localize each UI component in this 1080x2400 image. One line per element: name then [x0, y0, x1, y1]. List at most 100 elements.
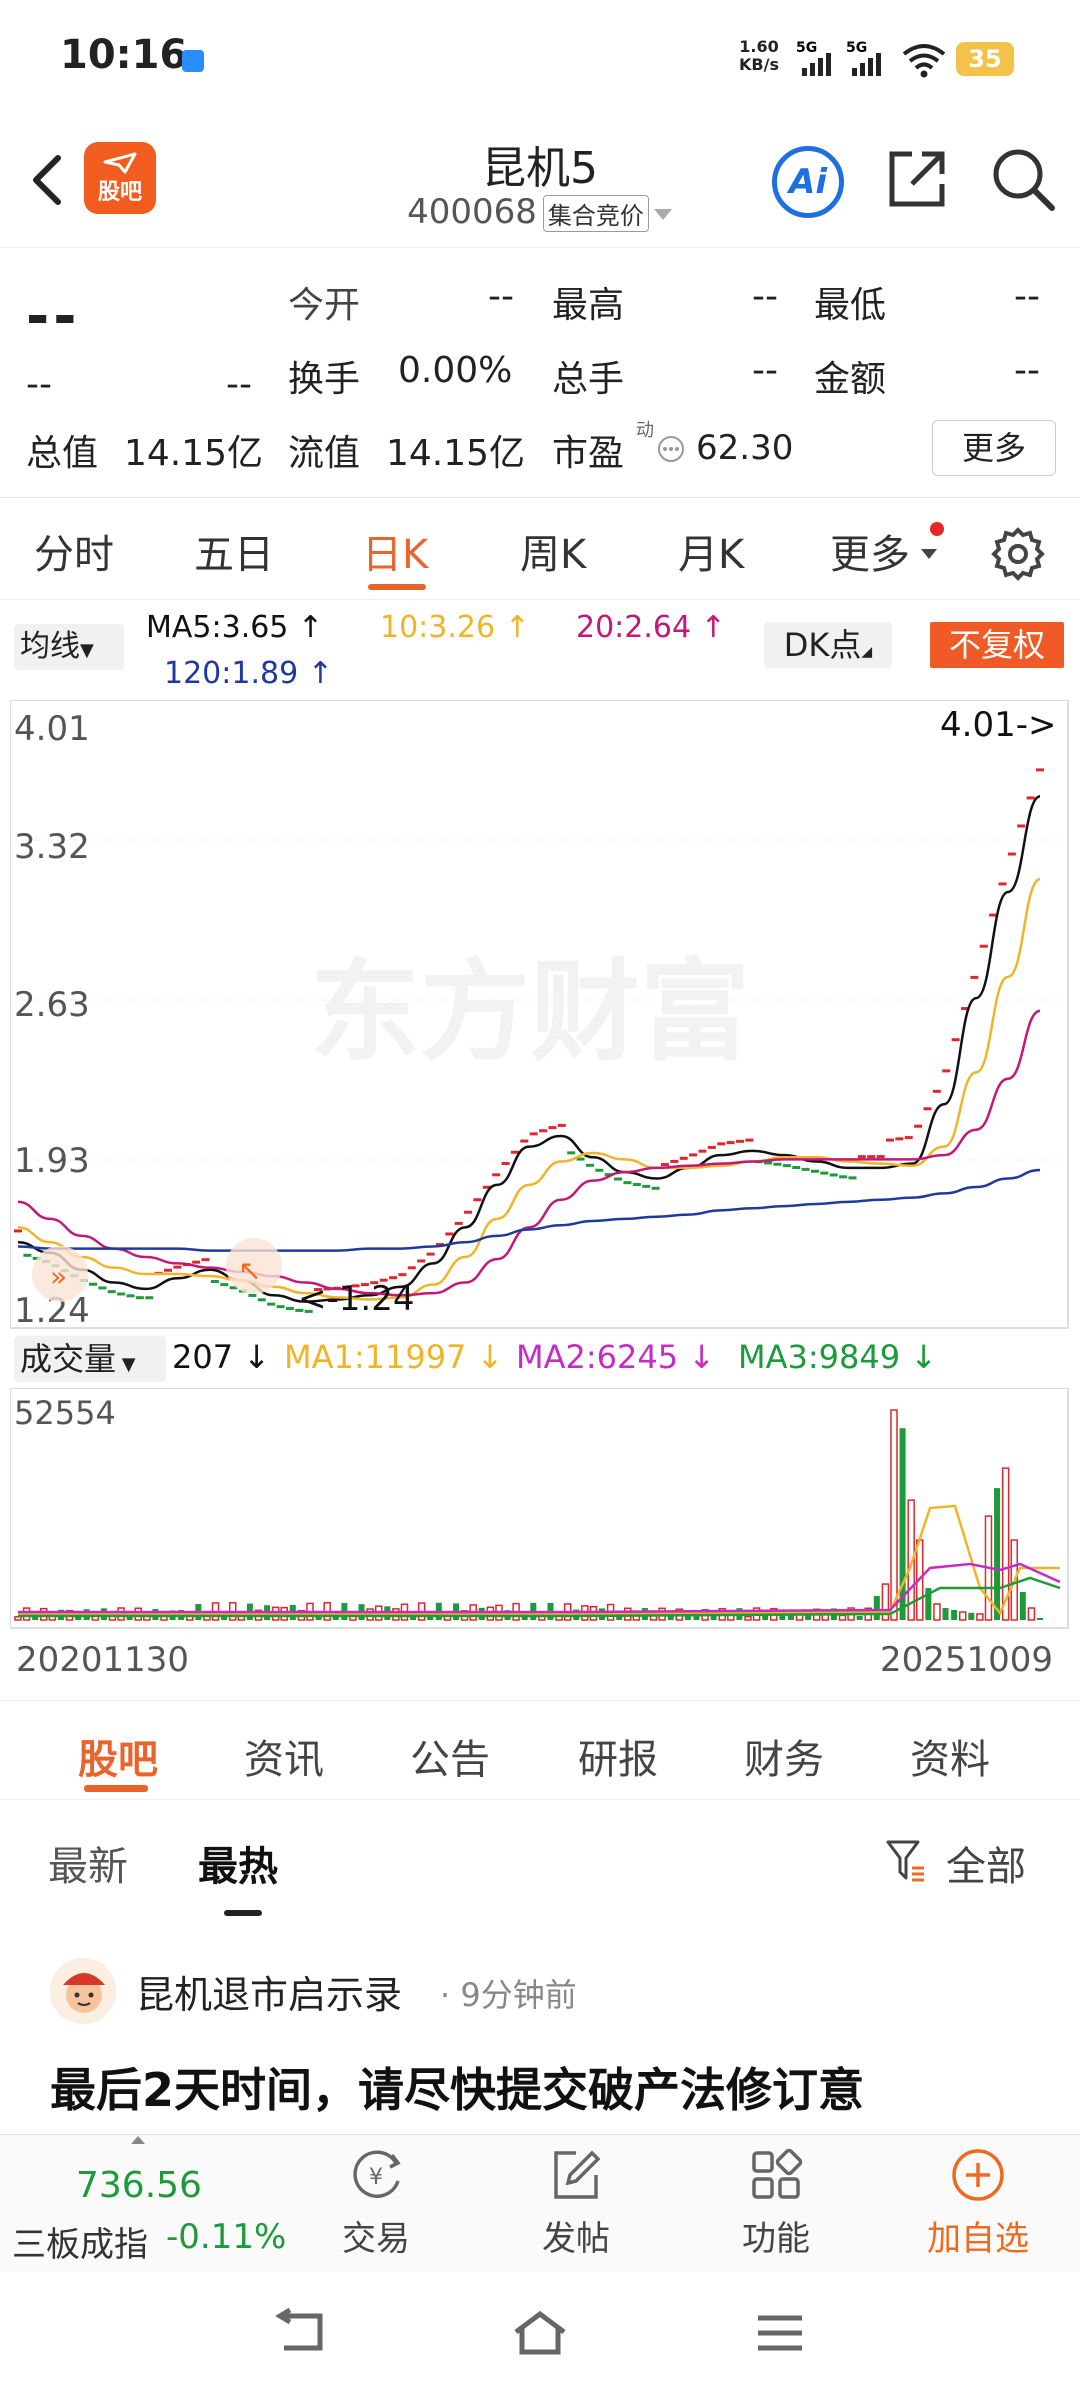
more-quote-button[interactable]: 更多	[932, 420, 1056, 476]
volume-chart[interactable]: 52554	[10, 1388, 1070, 1630]
menu-nav-icon[interactable]	[750, 2308, 810, 2358]
tab-finance[interactable]: 财务	[744, 1727, 824, 1785]
current-price: --	[26, 284, 81, 349]
high-value: --	[752, 276, 778, 317]
candle	[257, 1298, 266, 1302]
dk-point-button[interactable]: DK点◢	[764, 622, 892, 668]
candle	[267, 1302, 276, 1306]
watermark: 东方财富	[310, 948, 750, 1076]
candle	[407, 1266, 416, 1270]
candle	[707, 1145, 716, 1149]
candle	[117, 1292, 126, 1296]
tab-monthly-k[interactable]: 月K	[678, 522, 744, 580]
tab-five-day[interactable]: 五日	[194, 522, 274, 580]
filter-label[interactable]: 全部	[946, 1834, 1026, 1892]
tab-hot[interactable]: 最热	[198, 1834, 278, 1892]
candle	[932, 1089, 941, 1093]
candle	[567, 1151, 576, 1155]
index-name[interactable]: 三板成指	[12, 2217, 148, 2266]
amount-label: 金额	[814, 359, 887, 400]
price-change: --	[26, 364, 52, 405]
candle	[210, 1280, 219, 1284]
stock-code-row[interactable]: 400068 集合竞价	[340, 192, 740, 232]
candle	[839, 1175, 848, 1179]
active-subtab-indicator	[224, 1910, 262, 1916]
volume-frame	[10, 1388, 1069, 1629]
open-value: --	[488, 276, 514, 317]
tab-intraday[interactable]: 分时	[34, 522, 114, 580]
tab-profile[interactable]: 资料	[910, 1727, 990, 1785]
candle	[651, 1186, 660, 1190]
trade-label: 交易	[342, 2219, 410, 2259]
chevron-down-icon: ▼	[80, 640, 94, 661]
open-label: 今开	[288, 285, 361, 326]
notification-dot	[930, 522, 944, 536]
y-tick-label: 2.63	[14, 985, 90, 1025]
volume-bar	[1037, 1618, 1043, 1620]
candle	[145, 1296, 154, 1300]
function-button[interactable]: 功能	[716, 2145, 836, 2260]
share-icon[interactable]	[884, 146, 950, 212]
post-author[interactable]: 昆机退市启示录	[136, 1964, 402, 2019]
mktcap-value: 14.15亿	[124, 433, 264, 474]
grid-apps-icon	[752, 2148, 803, 2199]
candle	[670, 1159, 679, 1163]
candle	[792, 1165, 801, 1169]
candle	[679, 1156, 688, 1160]
indicator-selector[interactable]: 均线▼	[14, 624, 124, 670]
ma20-value: 20:2.64 ↑	[576, 610, 726, 645]
stock-name: 昆机5	[482, 143, 598, 194]
post-label: 发帖	[542, 2219, 610, 2259]
y-tick-label: 1.93	[14, 1141, 90, 1181]
guba-logo[interactable]: 股吧	[84, 142, 156, 214]
candle	[585, 1163, 594, 1167]
candle	[801, 1167, 810, 1171]
mktcap-label: 总值	[26, 433, 99, 474]
search-icon[interactable]	[990, 146, 1056, 212]
pe-value: 62.30	[696, 428, 794, 468]
kline-chart[interactable]: 东方财富 4.01 3.32 2.63 1.93 1.24 4.01-> <-1…	[10, 700, 1070, 1330]
candle	[970, 975, 979, 979]
add-circle-icon	[952, 2149, 1004, 2201]
corner-triangle-icon: ◢	[861, 644, 873, 660]
trade-button[interactable]: ¥ 交易	[316, 2145, 436, 2260]
status-bar: 10:16 1.60 KB/s 5G 5G 35	[0, 0, 1080, 120]
candle	[285, 1307, 294, 1311]
candle	[998, 882, 1007, 886]
pe-info-icon[interactable]	[656, 434, 686, 464]
ai-assistant-button[interactable]: Ai	[772, 146, 844, 218]
filter-icon[interactable]	[886, 1840, 926, 1884]
avatar[interactable]	[50, 1958, 116, 2024]
tab-announcements[interactable]: 公告	[410, 1727, 490, 1785]
back-nav-icon[interactable]	[270, 2308, 330, 2358]
volume-max-label: 52554	[14, 1394, 116, 1432]
add-watchlist-button[interactable]: 加自选	[918, 2145, 1038, 2260]
volume-selector[interactable]: 成交量 ▼	[14, 1336, 166, 1382]
candle	[689, 1153, 698, 1157]
candle	[557, 1123, 566, 1127]
float-cap-label: 流值	[288, 433, 361, 474]
post-title[interactable]: 最后2天时间，请尽快提交破产法修订意	[50, 2054, 864, 2120]
tab-weekly-k[interactable]: 周K	[520, 522, 586, 580]
indicator-selector-label: 均线	[20, 629, 80, 664]
candle	[23, 1253, 32, 1257]
index-value[interactable]: 736.56	[76, 2165, 202, 2206]
candle	[717, 1142, 726, 1146]
candle	[126, 1294, 135, 1298]
gear-icon[interactable]	[990, 526, 1046, 582]
back-arrow-icon[interactable]	[22, 150, 72, 210]
avatar-image	[63, 1973, 105, 2013]
y-tick-label: 3.32	[14, 827, 90, 867]
tab-latest[interactable]: 最新	[48, 1834, 128, 1892]
tab-more[interactable]: 更多	[830, 522, 910, 580]
adjust-mode-button[interactable]: 不复权	[930, 622, 1064, 668]
home-nav-icon[interactable]	[510, 2308, 570, 2358]
post-item[interactable]: 昆机退市启示录 · 9分钟前 最后2天时间，请尽快提交破产法修订意	[0, 1950, 1080, 2130]
trade-icon: ¥	[353, 2150, 401, 2198]
tab-guba[interactable]: 股吧	[78, 1727, 158, 1785]
tab-research[interactable]: 研报	[578, 1727, 658, 1785]
tab-daily-k[interactable]: 日K	[362, 522, 428, 580]
tab-news[interactable]: 资讯	[244, 1727, 324, 1785]
net-speed-value: 1.60	[739, 37, 779, 56]
post-button[interactable]: 发帖	[516, 2145, 636, 2260]
